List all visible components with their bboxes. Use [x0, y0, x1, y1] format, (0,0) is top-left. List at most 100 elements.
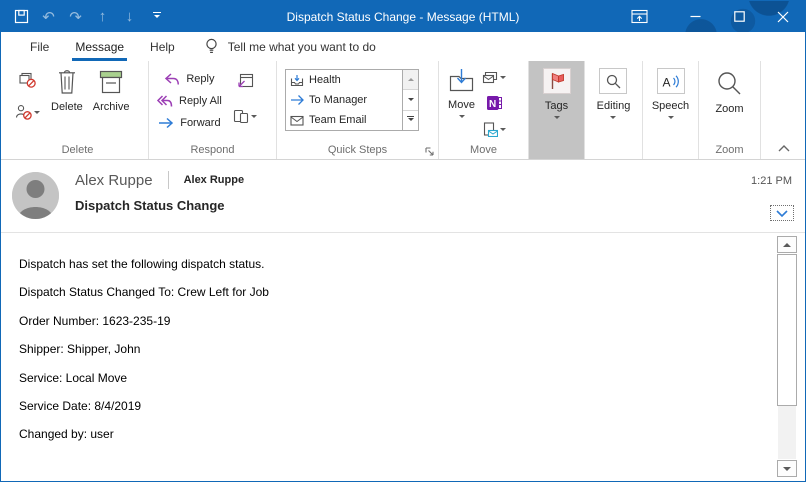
move-button[interactable]: Move	[443, 66, 480, 123]
svg-text:N: N	[489, 99, 496, 110]
outlook-message-window: ↶ ↷ ↑ ↓ Dispatch Status Change - Message…	[0, 0, 806, 482]
archive-button[interactable]: Archive	[88, 66, 135, 115]
undo-icon: ↶	[42, 8, 55, 26]
lightbulb-icon	[204, 37, 219, 56]
quick-step-health[interactable]: Health	[286, 70, 402, 90]
minimize-button[interactable]	[673, 1, 717, 32]
delete-button[interactable]: Delete	[46, 66, 88, 115]
tags-label: Tags	[545, 100, 568, 112]
ignore-button[interactable]	[17, 70, 38, 90]
save-button[interactable]	[9, 1, 34, 32]
triangle-up-icon	[408, 75, 414, 81]
move-down-button[interactable]: ↓	[117, 1, 142, 32]
move-label: Move	[448, 99, 475, 111]
zoom-label: Zoom	[715, 103, 743, 115]
onenote-button[interactable]: N	[484, 93, 504, 113]
meeting-icon	[236, 72, 254, 90]
title-bar: ↶ ↷ ↑ ↓ Dispatch Status Change - Message…	[1, 1, 805, 32]
chevron-up-icon	[777, 144, 791, 153]
scrollbar-track[interactable]	[778, 406, 796, 459]
gallery-scroll-up-button[interactable]	[403, 70, 418, 89]
forward-icon	[157, 116, 174, 130]
zoom-magnifier-icon	[716, 70, 743, 97]
customize-qat-button[interactable]	[144, 1, 169, 32]
tags-caret	[554, 116, 560, 122]
ribbon-group-zoom: Zoom Zoom	[699, 61, 761, 159]
body-line: Dispatch has set the following dispatch …	[19, 258, 761, 270]
speech-button[interactable]: A Speech	[647, 66, 694, 124]
zoom-button[interactable]: Zoom	[710, 66, 748, 117]
move-group-label: Move	[439, 144, 528, 156]
tell-me-box[interactable]: Tell me what you want to do	[204, 32, 376, 61]
expand-header-button[interactable]	[770, 205, 794, 221]
share-device-icon	[233, 108, 249, 124]
sender-name[interactable]: Alex Ruppe	[184, 174, 245, 186]
undo-button[interactable]: ↶	[36, 1, 61, 32]
editing-button[interactable]: Editing	[592, 66, 636, 124]
actions-caret	[500, 128, 506, 134]
scroll-down-button[interactable]	[777, 460, 797, 477]
dialog-launcher-icon	[424, 146, 435, 157]
actions-button[interactable]	[480, 120, 508, 139]
window-controls	[617, 1, 805, 32]
ribbon-group-editing: Editing	[585, 61, 643, 159]
more-respond-actions-button[interactable]	[231, 106, 259, 126]
save-icon	[13, 8, 30, 25]
forward-button[interactable]: Forward	[154, 112, 223, 134]
meeting-button[interactable]	[234, 70, 256, 92]
redo-icon: ↷	[69, 8, 82, 26]
ribbon-group-quick-steps: Health To Manager Team Email	[277, 61, 439, 159]
speech-icon-box: A	[657, 68, 685, 94]
quick-steps-gallery-scroller	[402, 70, 418, 130]
gallery-scroll-down-button[interactable]	[403, 89, 418, 109]
message-subject: Dispatch Status Change	[75, 198, 225, 213]
scroll-up-button[interactable]	[777, 236, 797, 253]
maximize-button[interactable]	[717, 1, 761, 32]
scrollbar-thumb[interactable]	[777, 254, 797, 406]
collapse-ribbon-button[interactable]	[777, 144, 791, 153]
ribbon-display-options-icon	[631, 9, 648, 24]
speech-label: Speech	[652, 100, 689, 112]
close-button[interactable]	[761, 1, 805, 32]
ribbon-display-options-button[interactable]	[617, 1, 661, 32]
body-line: Changed by: user	[19, 428, 761, 440]
tab-message[interactable]: Message	[62, 32, 137, 61]
quick-steps-gallery: Health To Manager Team Email	[285, 69, 419, 131]
body-line: Service: Local Move	[19, 372, 761, 384]
scroll-down-icon	[783, 467, 791, 475]
junk-button[interactable]	[13, 102, 42, 122]
gallery-more-button[interactable]	[403, 110, 418, 130]
redo-button[interactable]: ↷	[63, 1, 88, 32]
more-respond-caret	[251, 115, 257, 121]
tell-me-label: Tell me what you want to do	[228, 40, 376, 54]
tab-file[interactable]: File	[17, 32, 62, 61]
quick-steps-dialog-launcher[interactable]	[424, 146, 435, 157]
speech-caret	[668, 116, 674, 122]
actions-icon	[482, 122, 498, 137]
vertical-scrollbar	[777, 236, 797, 477]
move-up-button[interactable]: ↑	[90, 1, 115, 32]
archive-icon	[98, 68, 124, 95]
quick-step-team-email[interactable]: Team Email	[286, 110, 402, 130]
ribbon-group-delete: Delete Archive Delete	[7, 61, 149, 159]
ignore-icon	[19, 72, 36, 88]
zoom-group-label: Zoom	[699, 144, 760, 156]
editing-caret	[610, 116, 616, 122]
rules-button[interactable]	[480, 69, 508, 86]
flag-icon	[548, 71, 566, 91]
ribbon: Delete Archive Delete Re	[1, 61, 805, 160]
arrow-up-icon: ↑	[99, 8, 107, 25]
tab-help[interactable]: Help	[137, 32, 188, 61]
svg-text:A: A	[662, 75, 670, 89]
body-line: Order Number: 1623-235-19	[19, 315, 761, 327]
sender-avatar[interactable]	[12, 172, 59, 219]
envelope-icon	[290, 115, 304, 126]
respond-group-label: Respond	[149, 144, 276, 156]
ribbon-tab-row: File Message Help Tell me what you want …	[1, 32, 805, 61]
rules-caret	[500, 76, 506, 82]
reply-all-button[interactable]: Reply All	[153, 90, 225, 112]
tags-button[interactable]: Tags	[538, 66, 576, 124]
sender-display-name[interactable]: Alex Ruppe	[75, 172, 153, 189]
reply-button[interactable]: Reply	[160, 68, 217, 90]
quick-step-to-manager[interactable]: To Manager	[286, 90, 402, 110]
